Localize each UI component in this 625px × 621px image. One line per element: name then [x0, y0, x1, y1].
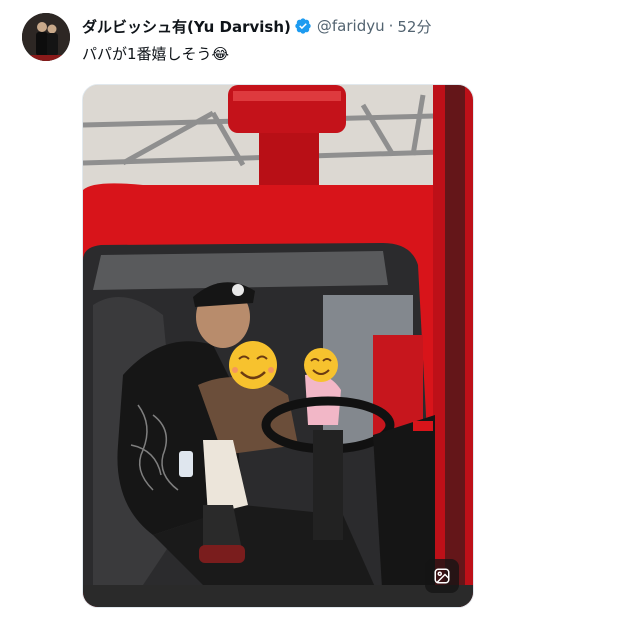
tweet-timestamp[interactable]: 52分 — [397, 16, 431, 37]
verified-badge-icon — [294, 17, 312, 35]
tweet-photo[interactable] — [82, 84, 474, 608]
tweet[interactable]: ダルビッシュ有(Yu Darvish) @faridyu · 52分 パパが1番… — [0, 0, 625, 621]
tweet-text: パパが1番嬉しそう😂 — [82, 45, 230, 63]
media-action-button[interactable] — [425, 559, 459, 593]
tweet-header: ダルビッシュ有(Yu Darvish) @faridyu · 52分 — [82, 15, 431, 37]
author-name[interactable]: ダルビッシュ有(Yu Darvish) — [82, 16, 291, 37]
firetruck-photo — [83, 85, 473, 607]
separator-dot: · — [388, 17, 394, 35]
avatar[interactable] — [22, 13, 70, 61]
author-handle[interactable]: @faridyu — [317, 17, 385, 35]
avatar-image — [22, 13, 70, 61]
image-edit-icon — [433, 567, 451, 585]
